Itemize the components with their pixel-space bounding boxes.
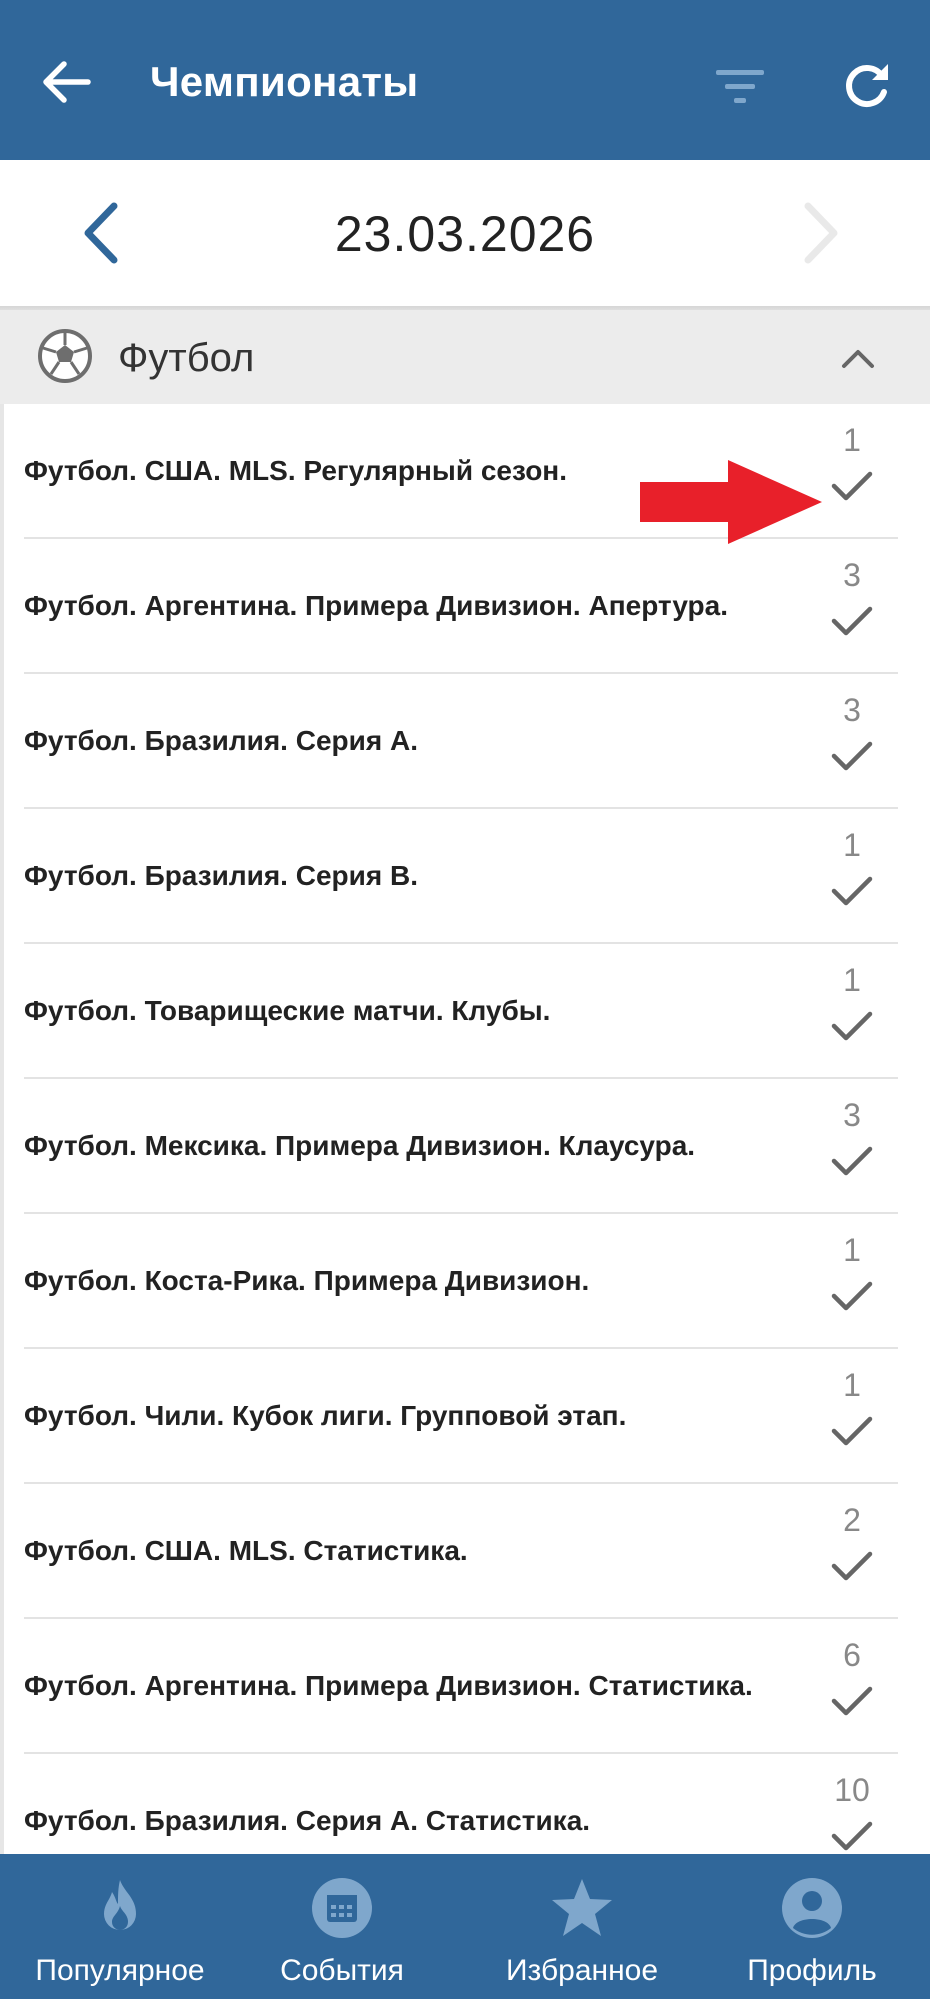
- event-count: 1: [843, 962, 861, 998]
- nav-label: Профиль: [747, 1954, 877, 1987]
- nav-label: Избранное: [505, 1954, 659, 1987]
- top-app-bar: Чемпионаты: [0, 0, 930, 160]
- championship-name: Футбол. Аргентина. Примера Дивизион. Апе…: [24, 589, 728, 621]
- championship-name: Футбол. Аргентина. Примера Дивизион. Ста…: [24, 1669, 753, 1701]
- red-annotation-arrow: [640, 460, 822, 544]
- championship-list: Футбол. США. MLS. Регулярный сезон. 1 Футб…: [0, 404, 930, 1854]
- championship-row[interactable]: Футбол. Чили. Кубок лиги. Групповой этап…: [24, 1349, 898, 1484]
- checkmark-icon[interactable]: [826, 736, 878, 776]
- championship-row[interactable]: Футбол. США. MLS. Статистика. 2: [24, 1484, 898, 1619]
- nav-item[interactable]: Популярное: [20, 1854, 220, 1999]
- championship-name: Футбол. Бразилия. Серия А. Статистика.: [24, 1804, 591, 1836]
- championship-name: Футбол. Чили. Кубок лиги. Групповой этап…: [24, 1399, 627, 1431]
- championship-name: Футбол. Товарищеские матчи. Клубы.: [24, 994, 551, 1026]
- checkmark-icon[interactable]: [826, 871, 878, 911]
- soccer-ball-icon: [38, 329, 92, 383]
- championship-name: Футбол. Коста-Рика. Примера Дивизион.: [24, 1264, 590, 1296]
- nav-item[interactable]: Избранное: [482, 1854, 682, 1999]
- event-count: 6: [843, 1637, 861, 1673]
- calendar-icon: [310, 1876, 374, 1940]
- championship-row[interactable]: Футбол. Мексика. Примера Дивизион. Клаус…: [24, 1079, 898, 1214]
- championship-name: Футбол. США. MLS. Статистика.: [24, 1534, 468, 1566]
- back-arrow-icon[interactable]: [36, 52, 96, 112]
- checkmark-icon[interactable]: [826, 1276, 878, 1316]
- checkmark-icon[interactable]: [826, 466, 878, 506]
- refresh-icon[interactable]: [838, 58, 894, 114]
- next-date-chevron-icon[interactable]: [790, 198, 850, 268]
- event-count: 1: [843, 422, 861, 458]
- chevron-up-icon[interactable]: [838, 340, 878, 376]
- sport-label: Футбол: [118, 336, 255, 380]
- checkmark-icon[interactable]: [826, 1141, 878, 1181]
- event-count: 3: [843, 1097, 861, 1133]
- championship-name: Футбол. Мексика. Примера Дивизион. Клаус…: [24, 1129, 696, 1161]
- checkmark-icon[interactable]: [826, 1546, 878, 1586]
- championship-row[interactable]: Футбол. Бразилия. Серия А. Статистика. 10: [24, 1754, 898, 1854]
- championship-row[interactable]: Футбол. Бразилия. Серия В. 1: [24, 809, 898, 944]
- event-count: 3: [843, 557, 861, 593]
- checkmark-icon[interactable]: [826, 1411, 878, 1451]
- profile-icon: [780, 1876, 844, 1940]
- checkmark-icon[interactable]: [826, 1681, 878, 1721]
- championship-row[interactable]: Футбол. Коста-Рика. Примера Дивизион. 1: [24, 1214, 898, 1349]
- championship-row[interactable]: Футбол. Аргентина. Примера Дивизион. Апе…: [24, 539, 898, 674]
- bottom-navigation: Популярное События Избранное Профиль: [0, 1854, 930, 1999]
- championship-name: Футбол. США. MLS. Регулярный сезон.: [24, 454, 567, 486]
- nav-label: События: [280, 1954, 404, 1987]
- championship-name: Футбол. Бразилия. Серия В.: [24, 859, 418, 891]
- championship-name: Футбол. Бразилия. Серия А.: [24, 724, 418, 756]
- championship-row[interactable]: Футбол. Бразилия. Серия А. 3: [24, 674, 898, 809]
- event-count: 1: [843, 1367, 861, 1403]
- flame-icon: [88, 1876, 152, 1940]
- championship-row[interactable]: Футбол. Аргентина. Примера Дивизион. Ста…: [24, 1619, 898, 1754]
- nav-label: Популярное: [35, 1954, 205, 1987]
- checkmark-icon[interactable]: [826, 1006, 878, 1046]
- star-icon: [550, 1876, 614, 1940]
- event-count: 1: [843, 1232, 861, 1268]
- nav-item[interactable]: События: [262, 1854, 422, 1999]
- date-selector: 23.03.2026: [0, 160, 930, 306]
- filter-icon[interactable]: [710, 62, 770, 112]
- checkmark-icon[interactable]: [826, 1816, 878, 1854]
- sport-section-header[interactable]: Футбол: [0, 310, 930, 404]
- page-title: Чемпионаты: [150, 58, 419, 105]
- checkmark-icon[interactable]: [826, 601, 878, 641]
- event-count: 10: [834, 1772, 870, 1808]
- championship-row[interactable]: Футбол. Товарищеские матчи. Клубы. 1: [24, 944, 898, 1079]
- nav-item[interactable]: Профиль: [712, 1854, 912, 1999]
- event-count: 3: [843, 692, 861, 728]
- event-count: 1: [843, 827, 861, 863]
- event-count: 2: [843, 1502, 861, 1538]
